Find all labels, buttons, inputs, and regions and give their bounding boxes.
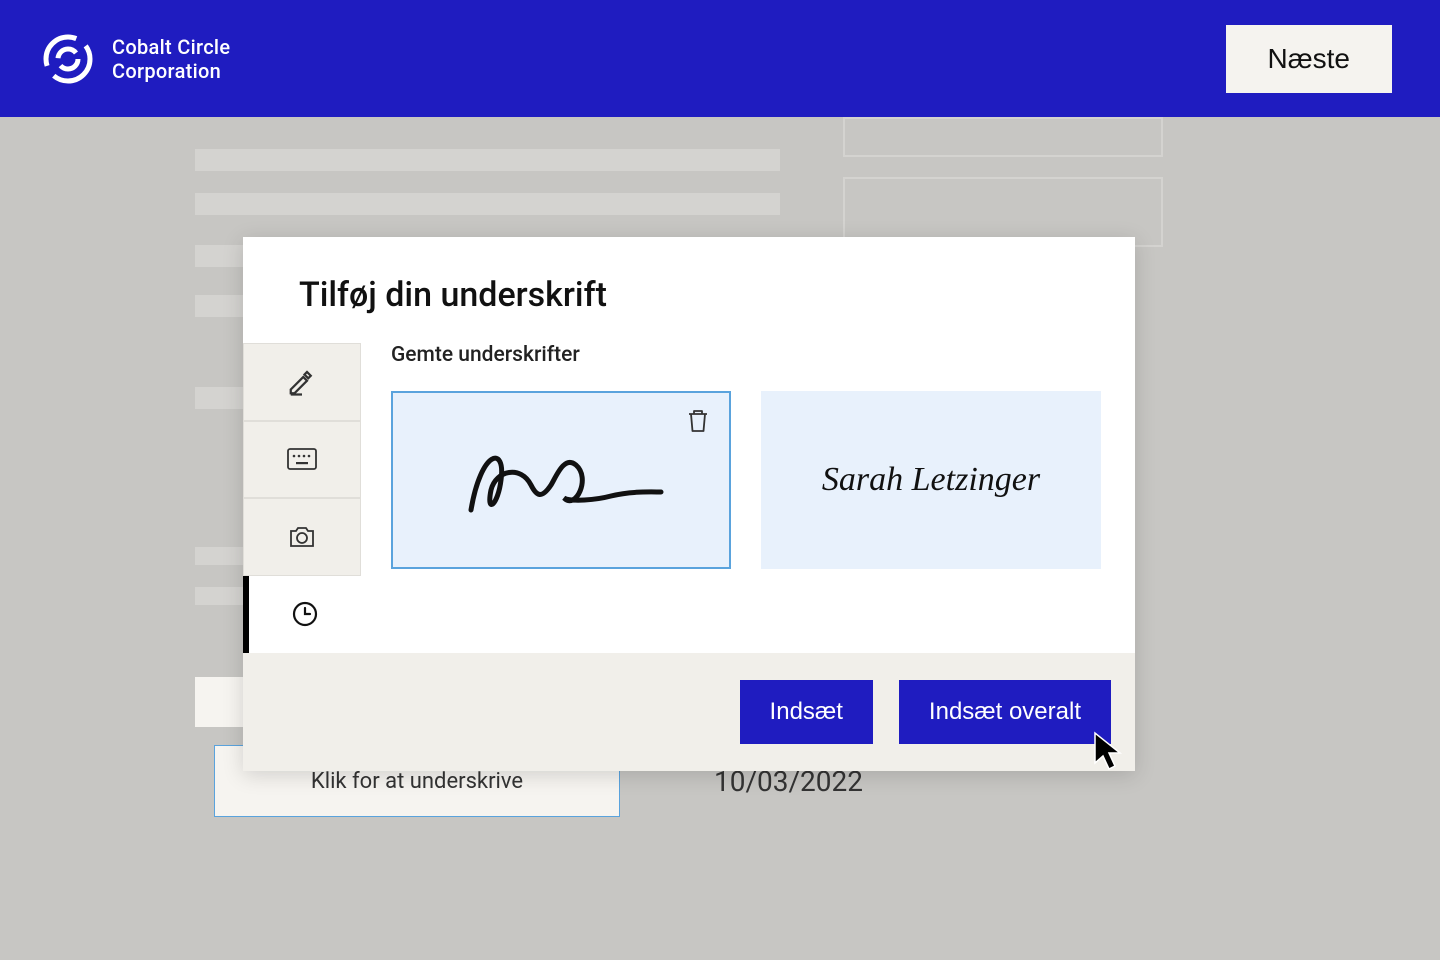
keyboard-icon — [287, 448, 317, 470]
skeleton-line — [195, 149, 780, 171]
skeleton-box — [843, 117, 1163, 157]
clock-icon — [292, 601, 318, 627]
cobalt-circle-icon — [42, 33, 94, 85]
signature-name-text: Sarah Letzinger — [822, 461, 1040, 499]
tab-saved[interactable] — [243, 576, 361, 653]
pencil-icon — [287, 367, 317, 397]
signature-method-tabs — [243, 343, 361, 653]
saved-signatures-label: Gemte underskrifter — [391, 343, 1135, 367]
camera-icon — [287, 524, 317, 550]
modal-body: Gemte underskrifter Sarah Letzinger — [243, 343, 1135, 653]
next-button[interactable]: Næste — [1226, 25, 1392, 93]
insert-button[interactable]: Indsæt — [740, 680, 873, 744]
delete-signature-button[interactable] — [685, 407, 711, 439]
saved-signature-2[interactable]: Sarah Letzinger — [761, 391, 1101, 569]
insert-everywhere-button[interactable]: Indsæt overalt — [899, 680, 1111, 744]
saved-signature-1[interactable] — [391, 391, 731, 569]
tab-type[interactable] — [243, 421, 361, 499]
modal-title: Tilføj din underskrift — [243, 237, 1135, 315]
brand-name: Cobalt Circle Corporation — [112, 35, 230, 83]
tab-upload[interactable] — [243, 498, 361, 576]
tab-draw[interactable] — [243, 343, 361, 421]
add-signature-modal: Tilføj din underskrift Gemte underskrift… — [243, 237, 1135, 771]
saved-signatures-panel: Gemte underskrifter Sarah Letzinger — [361, 343, 1135, 653]
skeleton-line — [195, 193, 780, 215]
brand-logo: Cobalt Circle Corporation — [42, 33, 230, 85]
signature-list: Sarah Letzinger — [391, 391, 1135, 569]
trash-icon — [685, 407, 711, 435]
signature-scribble-icon — [436, 430, 686, 530]
modal-footer: Indsæt Indsæt overalt — [243, 653, 1135, 771]
signature-prompt: Klik for at underskrive — [311, 769, 523, 794]
app-header: Cobalt Circle Corporation Næste — [0, 0, 1440, 117]
